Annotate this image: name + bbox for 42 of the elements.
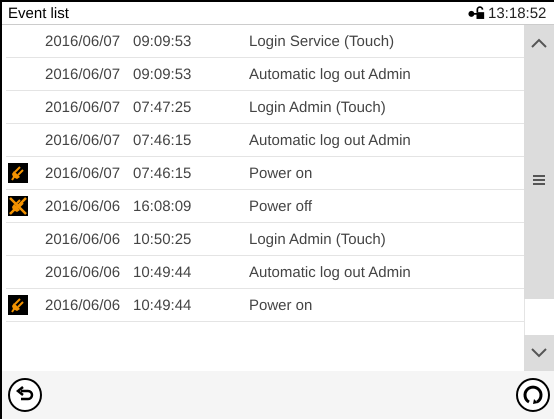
event-time: 09:09:53 xyxy=(133,66,192,82)
power-plug-icon xyxy=(8,295,28,315)
back-button[interactable] xyxy=(8,378,42,412)
event-text: Login Service (Touch) xyxy=(249,32,394,50)
refresh-button[interactable] xyxy=(516,378,550,412)
menu-icon xyxy=(533,175,545,185)
key-lock-icon xyxy=(468,6,485,20)
event-date: 2016/06/06 xyxy=(45,264,122,280)
event-text: Automatic log out Admin xyxy=(249,66,411,82)
event-time: 10:49:44 xyxy=(133,296,192,314)
scroll-down-button[interactable] xyxy=(524,335,554,371)
event-date: 2016/06/06 xyxy=(45,198,122,214)
event-time: 09:09:53 xyxy=(133,32,192,50)
event-date: 2016/06/07 xyxy=(45,66,122,82)
chevron-up-icon xyxy=(531,38,547,48)
event-date: 2016/06/07 xyxy=(45,32,122,50)
event-time: 16:08:09 xyxy=(133,198,192,214)
window-title: Event list xyxy=(8,4,70,22)
event-time: 10:49:44 xyxy=(133,264,192,280)
event-text: Login Admin (Touch) xyxy=(249,230,386,248)
event-text: Power on xyxy=(249,164,312,182)
event-time: 07:47:25 xyxy=(133,98,192,116)
event-time: 10:50:25 xyxy=(133,230,192,248)
scroll-up-button[interactable] xyxy=(524,25,554,61)
event-text: Automatic log out Admin xyxy=(249,132,411,148)
event-text: Power on xyxy=(249,296,312,314)
refresh-icon xyxy=(521,383,545,407)
event-date: 2016/06/06 xyxy=(45,296,122,314)
power-plug-icon xyxy=(8,163,28,183)
scroll-thumb[interactable] xyxy=(524,61,554,299)
event-date: 2016/06/07 xyxy=(45,164,122,182)
event-date: 2016/06/07 xyxy=(45,132,122,148)
event-text: Automatic log out Admin xyxy=(249,264,411,280)
event-time: 07:46:15 xyxy=(133,164,192,182)
chevron-down-icon xyxy=(531,348,547,358)
event-text: Power off xyxy=(249,198,312,214)
event-time: 07:46:15 xyxy=(133,132,192,148)
clock-time: 13:18:52 xyxy=(488,4,548,22)
event-text: Login Admin (Touch) xyxy=(249,98,386,116)
crossed-plug-icon xyxy=(8,196,28,216)
event-date: 2016/06/06 xyxy=(45,230,122,248)
event-date: 2016/06/07 xyxy=(45,98,122,116)
